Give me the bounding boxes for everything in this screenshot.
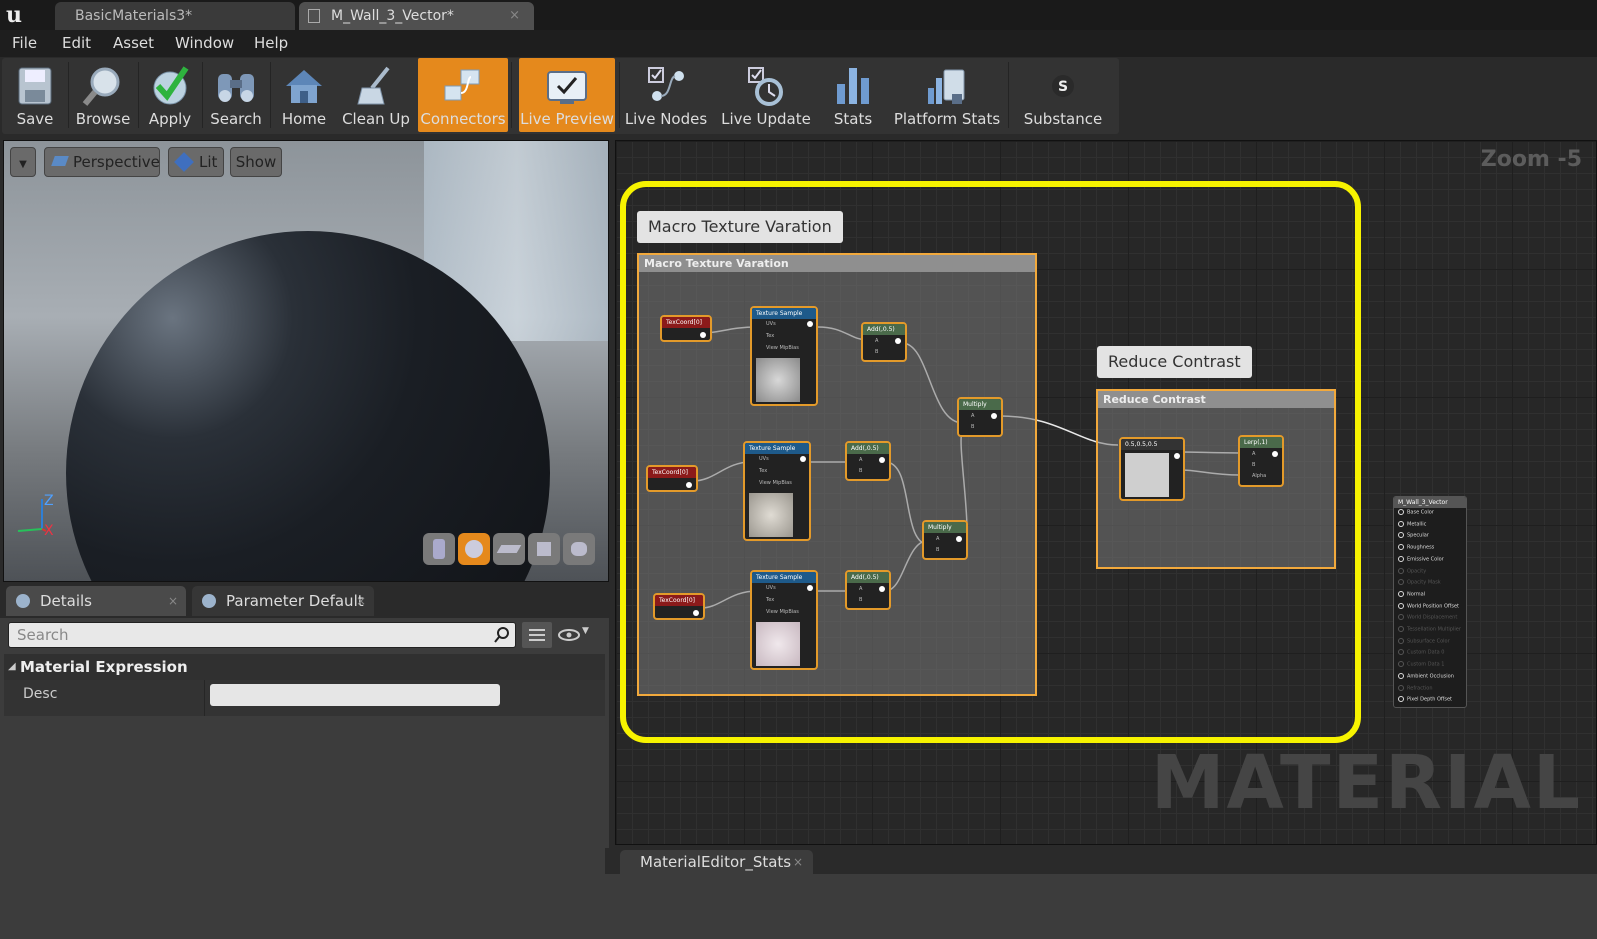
input-pin-icon <box>1398 555 1404 562</box>
tab-materialeditor-stats[interactable]: MaterialEditor_Stats × <box>620 850 813 874</box>
stats-panel <box>605 874 1597 939</box>
add-node[interactable]: Add(,0.5) A B <box>845 441 891 481</box>
output-pin[interactable] <box>1272 451 1278 457</box>
reduce-contrast-comment-bubble[interactable]: Reduce Contrast <box>1097 346 1252 378</box>
comment-title: Macro Texture Varation <box>639 255 1035 272</box>
output-pin[interactable] <box>879 586 885 592</box>
result-pin[interactable]: Tessellation Multiplier <box>1398 626 1461 633</box>
input-pin-icon <box>1398 614 1404 621</box>
input-pin-icon <box>1398 567 1404 574</box>
output-pin[interactable] <box>686 482 692 488</box>
result-pin[interactable]: World Displacement <box>1398 614 1457 621</box>
close-tab-icon[interactable]: × <box>793 850 803 874</box>
input-pin-icon <box>1398 637 1404 644</box>
input-pin-icon <box>1398 696 1404 703</box>
output-pin[interactable] <box>700 332 706 338</box>
result-pin[interactable]: Normal <box>1398 590 1425 597</box>
input-pin-icon <box>1398 520 1404 527</box>
texcoord-node[interactable]: TexCoord[0] <box>646 465 698 492</box>
input-pin-icon <box>1398 579 1404 586</box>
result-pin[interactable]: World Position Offset <box>1398 602 1459 609</box>
color-swatch <box>1125 453 1169 497</box>
texture-sample-node[interactable]: Texture Sample UVs Tex View MipBias <box>743 441 811 541</box>
result-pin[interactable]: Opacity <box>1398 567 1426 574</box>
input-pin-icon <box>1398 672 1404 679</box>
output-pin[interactable] <box>991 413 997 419</box>
texture-thumbnail <box>756 622 800 666</box>
texture-sample-node[interactable]: Texture Sample UVs Tex View MipBias <box>750 306 818 406</box>
result-pin[interactable]: Base Color <box>1398 509 1434 516</box>
result-pin[interactable]: Custom Data 0 <box>1398 649 1444 656</box>
result-pin[interactable]: Ambient Occlusion <box>1398 672 1454 679</box>
input-pin-icon <box>1398 602 1404 609</box>
output-pin[interactable] <box>1174 453 1180 459</box>
texture-thumbnail <box>749 493 793 537</box>
add-node[interactable]: Add(,0.5) A B <box>845 570 891 610</box>
comment-title: Reduce Contrast <box>1098 391 1334 408</box>
result-pin[interactable]: Pixel Depth Offset <box>1398 696 1452 703</box>
macro-texture-comment-bubble[interactable]: Macro Texture Varation <box>637 211 843 243</box>
output-pin[interactable] <box>807 321 813 327</box>
constant-vector-node[interactable]: 0.5,0.5,0.5 <box>1119 437 1185 501</box>
result-pin[interactable]: Custom Data 1 <box>1398 661 1444 668</box>
result-pin[interactable]: Subsurface Color <box>1398 637 1450 644</box>
result-pin[interactable]: Opacity Mask <box>1398 579 1441 586</box>
multiply-node[interactable]: Multiply A B <box>922 520 968 560</box>
result-pin[interactable]: Specular <box>1398 532 1429 539</box>
input-pin-icon <box>1398 626 1404 632</box>
result-pin[interactable]: Refraction <box>1398 684 1433 691</box>
output-pin[interactable] <box>956 536 962 542</box>
texture-thumbnail <box>756 358 800 402</box>
result-pin[interactable]: Roughness <box>1398 544 1434 551</box>
texcoord-node[interactable]: TexCoord[0] <box>660 315 712 342</box>
result-pin[interactable]: Metallic <box>1398 520 1426 527</box>
lerp-node[interactable]: Lerp(,1) A B Alpha <box>1238 435 1284 487</box>
texture-sample-node[interactable]: Texture Sample UVs Tex View MipBias <box>750 570 818 670</box>
input-pin-icon <box>1398 590 1404 597</box>
input-pin-icon <box>1398 684 1404 691</box>
input-pin-icon <box>1398 544 1404 551</box>
texcoord-node[interactable]: TexCoord[0] <box>653 593 705 620</box>
stats-tab-bar: MaterialEditor_Stats × <box>605 848 1597 874</box>
result-pin[interactable]: Emissive Color <box>1398 555 1444 562</box>
input-pin-icon <box>1398 649 1404 656</box>
input-pin-icon <box>1398 661 1404 668</box>
output-pin[interactable] <box>693 610 699 616</box>
material-result-node[interactable]: M_Wall_3_Vector Base Color Metallic Specul… <box>1393 496 1467 708</box>
input-pin-icon <box>1398 532 1404 539</box>
output-pin[interactable] <box>895 338 901 344</box>
output-pin[interactable] <box>800 456 806 462</box>
output-pin[interactable] <box>807 585 813 591</box>
input-pin-icon <box>1398 509 1404 515</box>
multiply-node[interactable]: Multiply A B <box>957 397 1003 437</box>
add-node[interactable]: Add(,0.5) A B <box>861 322 907 362</box>
output-pin[interactable] <box>879 457 885 463</box>
